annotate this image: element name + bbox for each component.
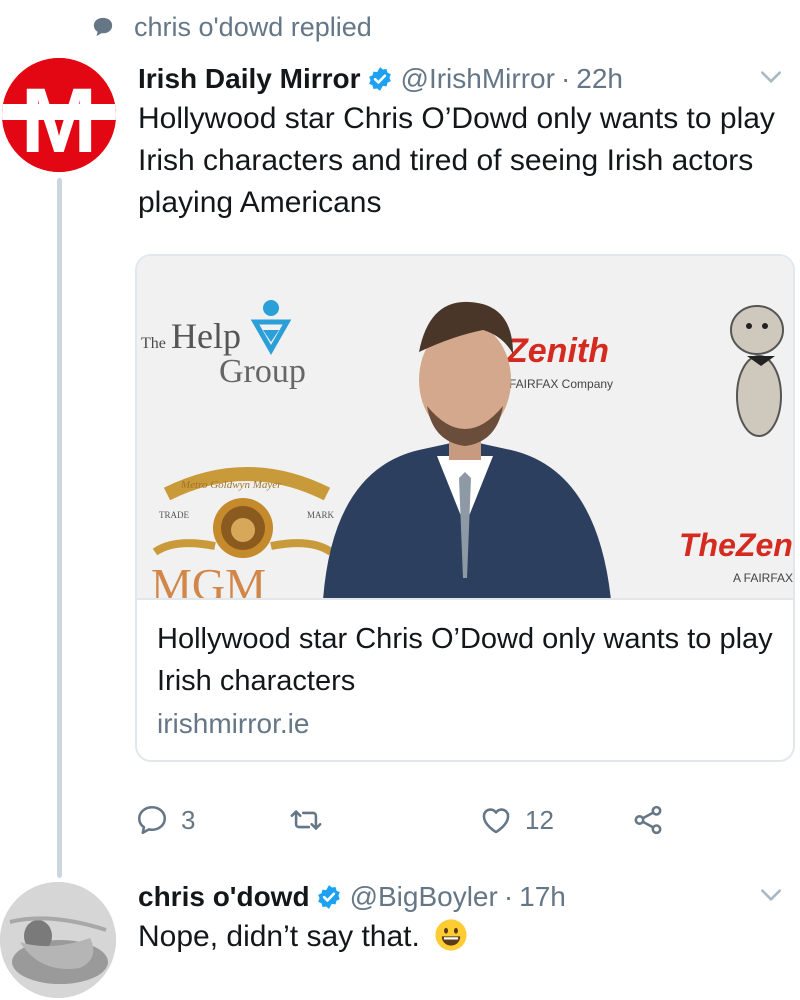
tweet-chris-odowd[interactable]: chris o'dowd @BigBoyler · 17h Nope, didn…	[138, 878, 790, 958]
mgm-ribbon-text: Metro Goldwyn Mayer	[180, 479, 282, 491]
timestamp[interactable]: 17h	[519, 881, 566, 913]
retweet-icon	[290, 810, 322, 830]
chris-odowd-avatar[interactable]	[0, 882, 116, 998]
chevron-down-icon[interactable]	[758, 64, 784, 90]
context-text: chris o'dowd replied	[134, 11, 372, 42]
card-text-area: Hollywood star Chris O’Dowd only wants t…	[137, 600, 793, 744]
link-preview-card[interactable]: The Help Group Zenith FAIRFAX Company Me…	[135, 254, 795, 762]
help-group-group-text: Group	[219, 353, 306, 390]
reply-bubble-icon	[93, 17, 113, 37]
help-group-the-text: The	[141, 335, 166, 352]
reply-button[interactable]: 3	[135, 798, 195, 842]
social-context[interactable]: chris o'dowd replied	[92, 12, 372, 42]
help-group-help-text: Help	[171, 316, 241, 356]
verified-badge-icon	[368, 67, 391, 91]
author-handle[interactable]: @BigBoyler	[350, 881, 498, 913]
separator-dot: ·	[503, 881, 514, 912]
fairfax-company-text: FAIRFAX Company	[509, 377, 613, 391]
tweet-text: Nope, didn’t say that.	[138, 920, 420, 953]
tweet-irish-mirror[interactable]: Irish Daily Mirror @IrishMirror · 22h Ho…	[138, 60, 790, 224]
avatar-photo	[0, 882, 116, 998]
verified-badge-icon	[317, 885, 340, 909]
a-fairfax-text: A FAIRFAX	[733, 571, 793, 585]
share-icon	[634, 805, 662, 835]
thezen-text: TheZen	[679, 527, 793, 563]
like-button[interactable]: 12	[479, 798, 554, 842]
share-button[interactable]	[631, 798, 665, 842]
avatar-letter: M	[21, 70, 98, 172]
thread-connector-line	[57, 178, 62, 878]
irish-mirror-avatar[interactable]: M	[2, 58, 116, 172]
tweet-header: chris o'dowd @BigBoyler · 17h	[138, 878, 790, 916]
tweet-text-line: Nope, didn’t say that.	[138, 916, 790, 958]
mgm-word-text: MGM	[151, 559, 266, 600]
press-photo: The Help Group Zenith FAIRFAX Company Me…	[137, 256, 793, 600]
zenith-text: Zenith	[506, 332, 609, 370]
tweet-actions: 3 12	[135, 798, 695, 842]
card-domain: irishmirror.ie	[157, 708, 310, 739]
reply-count: 3	[181, 804, 196, 835]
timestamp[interactable]: 22h	[576, 63, 623, 95]
tweet-header: Irish Daily Mirror @IrishMirror · 22h	[138, 60, 790, 98]
mgm-trade-text: TRADE	[159, 510, 189, 520]
card-title[interactable]: Hollywood star Chris O’Dowd only wants t…	[157, 618, 773, 702]
chevron-down-icon[interactable]	[758, 882, 784, 908]
tweet-text: Hollywood star Chris O’Dowd only wants t…	[138, 102, 775, 219]
like-count: 12	[525, 804, 554, 835]
heart-icon	[482, 808, 510, 834]
card-image: The Help Group Zenith FAIRFAX Company Me…	[137, 256, 793, 600]
separator-dot: ·	[560, 63, 571, 94]
mirror-logo-icon: M	[2, 58, 116, 172]
author-name[interactable]: chris o'dowd	[138, 881, 310, 913]
grinning-face-icon	[435, 919, 467, 951]
mgm-mark-text: MARK	[307, 510, 335, 520]
author-name[interactable]: Irish Daily Mirror	[138, 63, 361, 95]
author-handle[interactable]: @IrishMirror	[401, 63, 555, 95]
reply-icon	[137, 805, 167, 835]
retweet-button[interactable]	[289, 798, 323, 842]
